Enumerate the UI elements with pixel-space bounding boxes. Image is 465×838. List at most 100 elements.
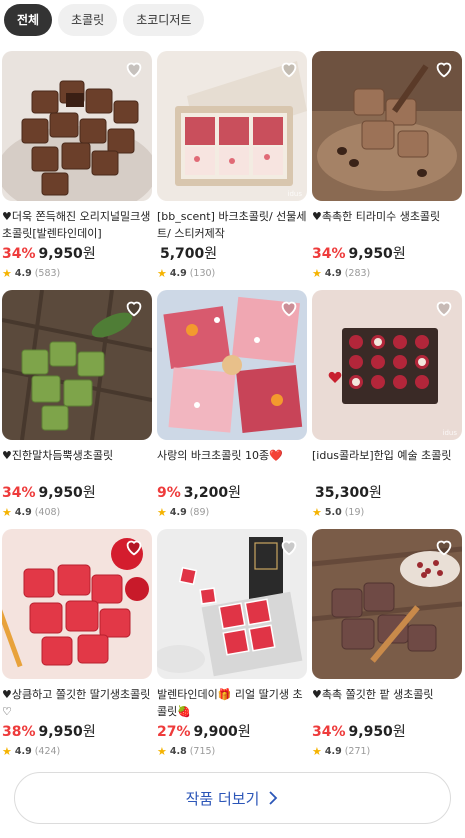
product-image[interactable] — [157, 290, 307, 440]
rating-score: 4.9 — [14, 507, 32, 518]
review-count: (583) — [34, 268, 61, 279]
product-image[interactable] — [2, 290, 152, 440]
product-card[interactable]: idus [bb_scent] 바크초콜릿/ 선물세트/ 스티커제작 5,700… — [157, 51, 307, 281]
heart-icon[interactable] — [278, 297, 300, 319]
price: 9,950원 — [39, 246, 96, 262]
star-icon: ★ — [157, 745, 167, 758]
price: 9,900원 — [194, 724, 251, 740]
rating: ★ 4.9 (283) — [312, 267, 462, 281]
price-line: 34% 9,950원 — [312, 722, 462, 742]
product-image[interactable] — [157, 529, 307, 679]
rating-score: 4.9 — [324, 268, 342, 279]
heart-icon[interactable] — [123, 536, 145, 558]
price-value: 5,700 — [160, 246, 205, 262]
price-line: 35,300원 — [312, 483, 462, 503]
review-count: (19) — [344, 507, 365, 518]
review-count: (89) — [189, 507, 210, 518]
price-line: 34% 9,950원 — [312, 244, 462, 264]
see-more-button[interactable]: 작품 더보기 — [14, 772, 451, 824]
review-count: (715) — [189, 746, 216, 757]
price-unit: 원 — [237, 724, 251, 740]
heart-icon[interactable] — [433, 297, 455, 319]
product-title[interactable]: 사랑의 바크초콜릿 10종❤️ — [157, 447, 307, 481]
product-image[interactable] — [2, 51, 152, 201]
star-icon: ★ — [157, 506, 167, 519]
rating: ★ 4.8 (715) — [157, 745, 307, 759]
tab-choco-dessert[interactable]: 초코디저트 — [123, 4, 205, 36]
product-title[interactable]: ♥촉촉한 티라미수 생초콜릿 — [312, 208, 462, 242]
heart-icon[interactable] — [433, 58, 455, 80]
price: 35,300원 — [315, 485, 382, 501]
product-title[interactable]: ♥더욱 쫀득해진 오리지널밀크생초콜릿[발렌타인데이] — [2, 208, 152, 242]
rating: ★ 4.9 (271) — [312, 745, 462, 759]
product-card[interactable]: ♥상큼하고 쫄깃한 딸기생초콜릿♡ 38% 9,950원 ★ 4.9 (424) — [2, 529, 152, 759]
discount-rate: 27% — [157, 724, 191, 740]
rating: ★ 4.9 (408) — [2, 506, 152, 520]
price-line: 34% 9,950원 — [2, 483, 152, 503]
rating: ★ 4.9 (89) — [157, 506, 307, 520]
product-title[interactable]: [idus콜라보]한입 예술 초콜릿 — [312, 447, 462, 481]
price-line: 38% 9,950원 — [2, 722, 152, 742]
product-card[interactable]: ♥진한말차듬뿍생초콜릿 34% 9,950원 ★ 4.9 (408) — [2, 290, 152, 520]
price-value: 9,950 — [38, 246, 83, 262]
product-title[interactable]: ♥상큼하고 쫄깃한 딸기생초콜릿♡ — [2, 686, 152, 720]
product-image[interactable] — [312, 529, 462, 679]
heart-icon[interactable] — [433, 536, 455, 558]
product-title[interactable]: 발렌타인데이🎁 리얼 딸기생 초콜릿🍓 — [157, 686, 307, 720]
price-line: 9% 3,200원 — [157, 483, 307, 503]
product-title[interactable]: [bb_scent] 바크초콜릿/ 선물세트/ 스티커제작 — [157, 208, 307, 242]
product-card[interactable]: idus [idus콜라보]한입 예술 초콜릿 35,300원 ★ 5.0 (19) — [312, 290, 462, 520]
discount-rate: 34% — [312, 246, 346, 262]
price-value: 9,950 — [348, 246, 393, 262]
review-count: (271) — [344, 746, 371, 757]
product-card[interactable]: 사랑의 바크초콜릿 10종❤️ 9% 3,200원 ★ 4.9 (89) — [157, 290, 307, 520]
product-card[interactable]: 발렌타인데이🎁 리얼 딸기생 초콜릿🍓 27% 9,900원 ★ 4.8 (715) — [157, 529, 307, 759]
rating-score: 4.9 — [169, 268, 187, 279]
discount-rate: 38% — [2, 724, 36, 740]
discount-rate: 34% — [312, 724, 346, 740]
price-unit: 원 — [392, 246, 406, 262]
heart-icon[interactable] — [278, 58, 300, 80]
rating-score: 4.9 — [14, 746, 32, 757]
category-tabs: 전체 초콜릿 초코디저트 — [4, 4, 205, 36]
star-icon: ★ — [157, 267, 167, 280]
review-count: (283) — [344, 268, 371, 279]
price-value: 9,950 — [348, 724, 393, 740]
price-value: 9,950 — [38, 724, 83, 740]
rating: ★ 5.0 (19) — [312, 506, 462, 520]
price: 9,950원 — [39, 724, 96, 740]
review-count: (130) — [189, 268, 216, 279]
product-title[interactable]: ♥촉촉 쫄깃한 팥 생초콜릿 — [312, 686, 462, 720]
price: 3,200원 — [184, 485, 241, 501]
rating-score: 5.0 — [324, 507, 342, 518]
price-line: 27% 9,900원 — [157, 722, 307, 742]
rating-score: 4.8 — [169, 746, 187, 757]
tab-chocolate[interactable]: 초콜릿 — [58, 4, 118, 36]
star-icon: ★ — [312, 267, 322, 280]
price-unit: 원 — [204, 246, 218, 262]
price-unit: 원 — [82, 246, 96, 262]
heart-icon[interactable] — [278, 536, 300, 558]
watermark: idus — [442, 429, 457, 437]
product-title[interactable]: ♥진한말차듬뿍생초콜릿 — [2, 447, 152, 481]
price: 5,700원 — [160, 246, 217, 262]
price-unit: 원 — [392, 724, 406, 740]
chevron-right-icon — [269, 791, 278, 805]
product-image[interactable]: idus — [157, 51, 307, 201]
heart-icon[interactable] — [123, 58, 145, 80]
product-card[interactable]: ♥촉촉 쫄깃한 팥 생초콜릿 34% 9,950원 ★ 4.9 (271) — [312, 529, 462, 759]
product-image[interactable] — [2, 529, 152, 679]
product-image[interactable]: idus — [312, 290, 462, 440]
price-value: 9,950 — [38, 485, 83, 501]
heart-icon[interactable] — [123, 297, 145, 319]
product-card[interactable]: ♥더욱 쫀득해진 오리지널밀크생초콜릿[발렌타인데이] 34% 9,950원 ★ 4… — [2, 51, 152, 281]
see-more-label: 작품 더보기 — [185, 789, 260, 808]
product-card[interactable]: ♥촉촉한 티라미수 생초콜릿 34% 9,950원 ★ 4.9 (283) — [312, 51, 462, 281]
price: 9,950원 — [349, 724, 406, 740]
tab-all[interactable]: 전체 — [4, 4, 53, 36]
discount-rate: 9% — [157, 485, 181, 501]
rating: ★ 4.9 (130) — [157, 267, 307, 281]
rating-score: 4.9 — [14, 268, 32, 279]
product-image[interactable] — [312, 51, 462, 201]
rating: ★ 4.9 (583) — [2, 267, 152, 281]
